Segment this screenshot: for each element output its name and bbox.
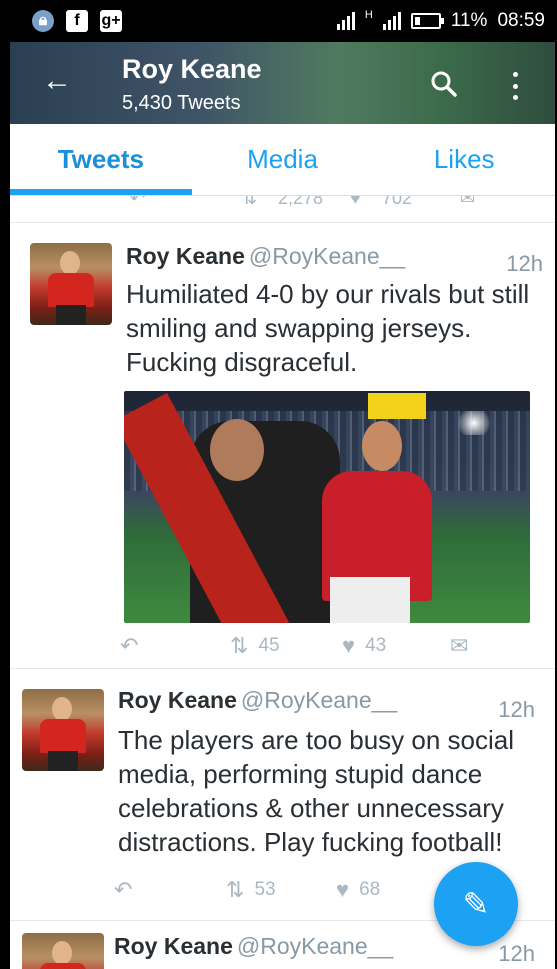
tweet-time: 12h [498, 697, 535, 722]
tweet-author: Roy Keane @RoyKeane__ [126, 243, 405, 270]
battery-percent: 11% [450, 10, 488, 31]
more-vertical-icon[interactable] [510, 72, 520, 100]
heart-icon[interactable]: ♥ [342, 633, 355, 659]
reply-icon[interactable]: ↶ [120, 633, 138, 659]
tweet-photo[interactable] [124, 391, 530, 623]
back-arrow-icon[interactable]: ← [42, 64, 72, 98]
tweet-text: Humiliated 4-0 by our rivals but still s… [126, 279, 530, 377]
author-handle[interactable]: @RoyKeane__ [241, 687, 397, 713]
battery-icon [410, 13, 444, 29]
lock-status-icon: 🔒︎ [32, 10, 54, 32]
tweet-count: 5,430 Tweets [122, 92, 241, 114]
compose-tweet-button[interactable]: ✎ [434, 862, 518, 946]
avatar[interactable] [22, 933, 104, 969]
tweet-card[interactable]: Roy Keane @RoyKeane__ 12h Humiliated 4-0 … [10, 222, 555, 668]
retweet-count: 53 [254, 879, 276, 900]
tweet-author: Roy Keane @RoyKeane__ [114, 933, 393, 960]
reply-icon[interactable]: ↶ [114, 877, 132, 903]
author-handle[interactable]: @RoyKeane__ [249, 243, 405, 269]
retweet-icon[interactable]: ⇅ [226, 877, 244, 903]
network-type: H [364, 9, 373, 21]
clock: 08:59 [497, 10, 545, 31]
envelope-icon[interactable]: ✉ [450, 633, 468, 659]
tweet-actions: ↶ ⇅ 45 ♥ 43 ✉ [10, 633, 555, 663]
retweet-icon[interactable]: ⇅ [230, 633, 248, 659]
tab-likes[interactable]: Likes [373, 124, 555, 195]
facebook-icon: f [66, 10, 88, 32]
like-count: 68 [359, 879, 381, 900]
heart-icon[interactable]: ♥ [350, 196, 361, 209]
tab-media[interactable]: Media [192, 124, 374, 195]
profile-header: ← Roy Keane 5,430 Tweets [10, 42, 555, 124]
profile-name: Roy Keane [122, 54, 262, 84]
avatar[interactable] [22, 689, 104, 771]
avatar[interactable] [30, 243, 112, 325]
tab-tweets[interactable]: Tweets [10, 124, 192, 195]
author-name[interactable]: Roy Keane [114, 933, 233, 959]
retweet-count: 2,278 [278, 196, 324, 208]
previous-tweet-actions: ↶ ⇅ 2,278 ♥ 702 ✉ [10, 196, 555, 214]
envelope-icon[interactable]: ✉ [460, 196, 475, 209]
tweet-time: 12h [506, 251, 543, 276]
tweet-time: 12h [498, 941, 535, 966]
author-name[interactable]: Roy Keane [126, 243, 245, 269]
profile-tabs: Tweets Media Likes [10, 124, 555, 196]
phone-screen: 🔒︎ f g+ H 11% 08:59 ← Roy Keane 5,430 Tw… [10, 0, 555, 969]
signal-icon [336, 12, 355, 30]
retweet-icon[interactable]: ⇅ [242, 196, 257, 209]
reply-icon[interactable]: ↶ [130, 196, 145, 209]
signal-icon-2 [382, 12, 401, 30]
search-icon[interactable] [430, 70, 458, 98]
tweet-author: Roy Keane @RoyKeane__ [118, 687, 397, 714]
google-plus-icon: g+ [100, 10, 122, 32]
tweet-text: The players are too busy on social media… [118, 725, 514, 857]
author-name[interactable]: Roy Keane [118, 687, 237, 713]
heart-icon[interactable]: ♥ [336, 877, 349, 903]
compose-icon: ✎ [462, 886, 490, 922]
author-handle[interactable]: @RoyKeane__ [237, 933, 393, 959]
like-count: 43 [365, 635, 387, 656]
retweet-count: 45 [258, 635, 280, 656]
like-count: 702 [382, 196, 413, 208]
status-bar: 🔒︎ f g+ H 11% 08:59 [10, 0, 555, 42]
